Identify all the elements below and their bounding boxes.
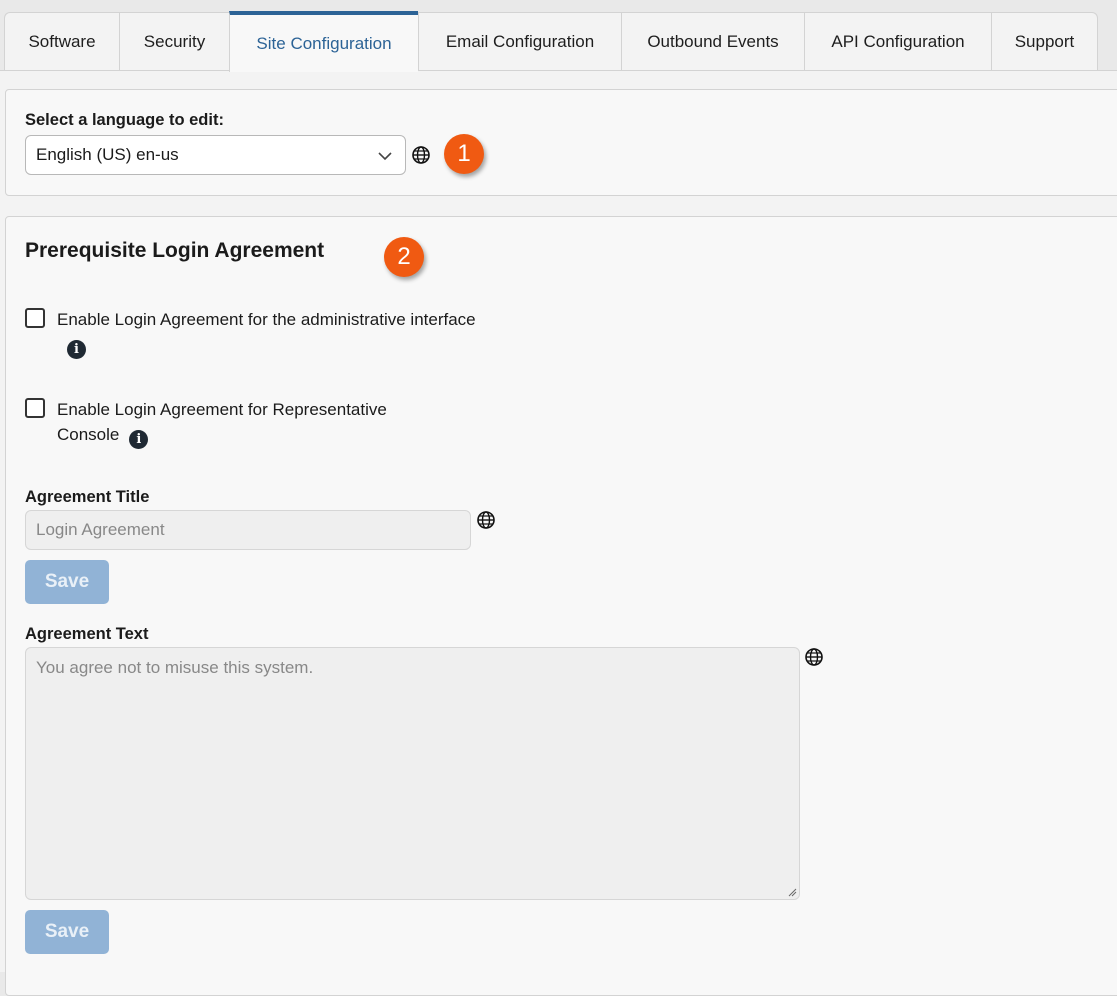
admin-checkbox-text: Enable Login Agreement for the administr… [57,310,476,329]
agreement-title-value: Login Agreement [36,520,165,539]
agreement-title-input[interactable]: Login Agreement [25,510,471,550]
agreement-text-value: You agree not to misuse this system. [36,658,314,677]
admin-login-agreement-checkbox[interactable] [25,308,45,328]
chevron-down-icon [378,152,392,161]
tab-site-configuration[interactable]: Site Configuration [229,11,418,72]
tab-api-configuration[interactable]: API Configuration [804,12,991,71]
info-icon[interactable]: i [67,340,86,359]
callout-badge-2: 2 [384,237,424,277]
agreement-title-label: Agreement Title [25,488,150,506]
rep-checkbox-text: Enable Login Agreement for Representativ… [57,400,387,444]
tab-support[interactable]: Support [991,12,1098,71]
tab-security[interactable]: Security [119,12,229,71]
section-heading: Prerequisite Login Agreement [25,239,325,262]
info-icon[interactable]: i [129,430,149,449]
admin-login-agreement-label: Enable Login Agreement for the administr… [57,307,477,359]
globe-icon[interactable] [804,647,824,667]
resize-handle-icon[interactable] [787,887,797,897]
globe-icon[interactable] [476,510,496,530]
save-text-button[interactable]: Save [25,910,109,954]
language-label: Select a language to edit: [25,111,224,129]
rep-console-agreement-checkbox[interactable] [25,398,45,418]
tab-outbound-events[interactable]: Outbound Events [621,12,804,71]
agreement-text-area[interactable]: You agree not to misuse this system. [25,647,800,900]
language-select-value: English (US) en-us [36,145,179,164]
language-select[interactable]: English (US) en-us [25,135,406,175]
tab-bar: Software Security Site Configuration Ema… [4,11,1098,72]
tab-software[interactable]: Software [4,12,119,71]
save-title-button[interactable]: Save [25,560,109,604]
tab-email-configuration[interactable]: Email Configuration [418,12,621,71]
globe-icon[interactable] [411,145,431,165]
callout-badge-1: 1 [444,134,484,174]
agreement-text-label: Agreement Text [25,625,149,643]
rep-console-agreement-label: Enable Login Agreement for Representativ… [57,397,437,449]
